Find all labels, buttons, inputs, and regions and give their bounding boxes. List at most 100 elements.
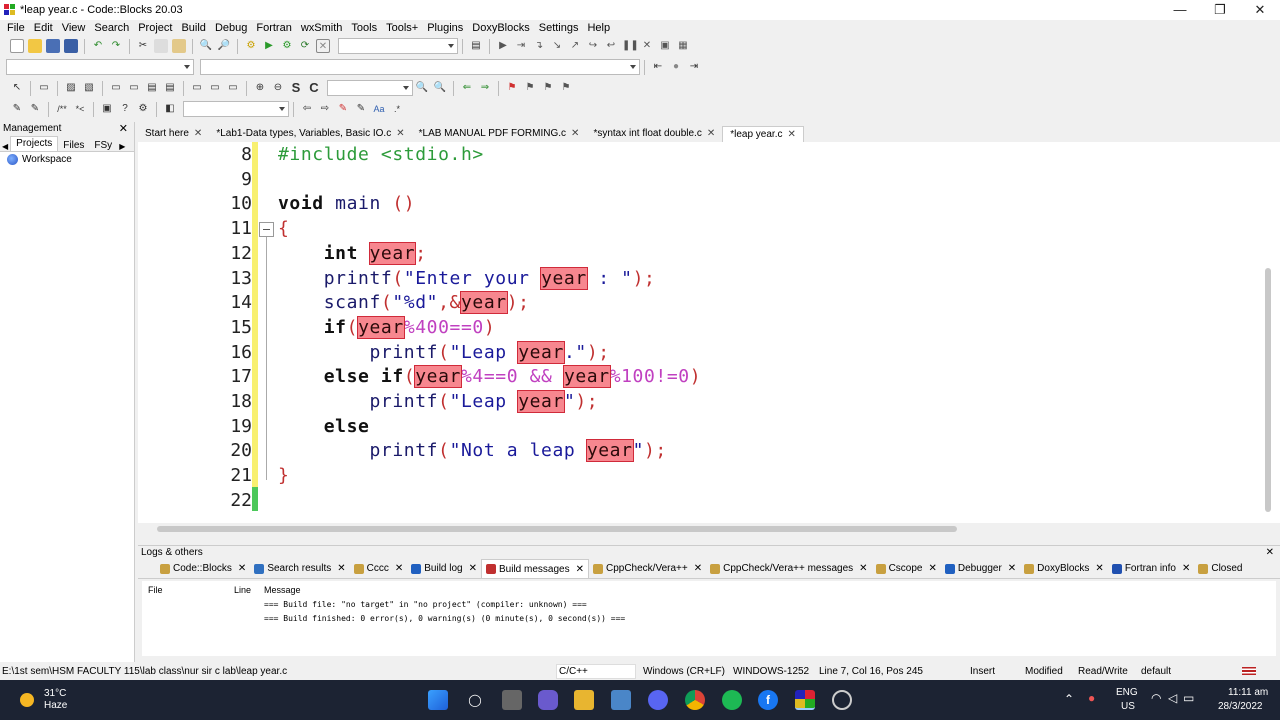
step-into-icon[interactable]: ↘ <box>550 39 564 53</box>
rectangle-icon[interactable]: ▭ <box>37 81 51 95</box>
tab-syntax[interactable]: *syntax int float double.c ✕ <box>586 126 722 142</box>
build-target-combo[interactable] <box>338 38 458 54</box>
tab-lab1[interactable]: *Lab1-Data types, Variables, Basic IO.c ✕ <box>209 126 411 142</box>
close-tab-icon[interactable]: ✕ <box>571 128 579 139</box>
close-tab-icon[interactable]: ✕ <box>707 128 715 139</box>
tab-projects[interactable]: Projects <box>10 136 59 151</box>
regex-aa-icon[interactable]: Aa <box>372 102 386 116</box>
image-icon[interactable]: ▨ <box>64 81 78 95</box>
clock-time[interactable]: 11:11 am <box>1228 687 1268 698</box>
log-tab-closed[interactable]: Closed <box>1194 563 1246 574</box>
search-small-icon[interactable]: 🔍 <box>415 81 429 95</box>
tab-files[interactable]: Files <box>58 140 89 151</box>
maximize-button[interactable]: ❐ <box>1200 0 1240 20</box>
tab-start-here[interactable]: Start here ✕ <box>138 126 209 142</box>
discord-icon[interactable] <box>648 690 668 710</box>
menu-wxsmith[interactable]: wxSmith <box>296 22 347 34</box>
menu-file[interactable]: File <box>2 22 29 34</box>
close-tab-icon[interactable]: ✕ <box>788 129 796 140</box>
back-icon[interactable]: ⇦ <box>300 102 314 116</box>
function-combo[interactable] <box>200 59 640 75</box>
regex-dot-icon[interactable]: .* <box>390 102 404 116</box>
menu-project[interactable]: Project <box>133 22 176 34</box>
run-to-cursor-icon[interactable]: ⇥ <box>514 39 528 53</box>
doxywizard-icon[interactable]: ▣ <box>100 102 114 116</box>
code-line[interactable]: int year; <box>278 241 427 265</box>
highlight-icon[interactable]: ✎ <box>336 102 350 116</box>
language-label[interactable]: ENG <box>1116 687 1138 698</box>
column-file[interactable]: File <box>148 585 163 595</box>
zoom-combo[interactable] <box>327 80 413 96</box>
find-icon[interactable]: 🔍 <box>199 39 213 53</box>
column-message[interactable]: Message <box>264 585 301 595</box>
next-icon[interactable]: ⇒ <box>478 81 492 95</box>
chrome-icon[interactable] <box>685 690 705 710</box>
teams-chat-icon[interactable] <box>538 690 558 710</box>
region-label[interactable]: US <box>1121 701 1135 712</box>
c-icon[interactable]: C <box>307 81 321 95</box>
tab-scroll-right-icon[interactable]: ▶ <box>117 142 127 151</box>
code-line[interactable]: { <box>278 218 289 239</box>
code-line[interactable]: } <box>278 465 289 486</box>
log-tab-build-log[interactable]: Build log ✕ <box>407 563 481 574</box>
obs-icon[interactable] <box>832 690 852 710</box>
menu-doxyblocks[interactable]: DoxyBlocks <box>467 22 533 34</box>
log-tab-search-results[interactable]: Search results ✕ <box>250 563 349 574</box>
log-tab-cppcheck-vera-[interactable]: CppCheck/Vera++ ✕ <box>589 563 706 574</box>
debug-windows-icon[interactable]: ▣ <box>658 39 672 53</box>
step-instruction-icon[interactable]: ↩ <box>604 39 618 53</box>
tab-leap-year[interactable]: *leap year.c ✕ <box>722 126 804 142</box>
block-4-icon[interactable]: ▤ <box>163 81 177 95</box>
wifi-icon[interactable]: ◠ <box>1151 691 1161 705</box>
menu-view[interactable]: View <box>57 22 90 34</box>
jump-forward-icon[interactable]: ⇥ <box>687 60 701 74</box>
line-comment-icon[interactable]: *< <box>73 102 87 116</box>
close-button[interactable]: ✕ <box>1240 0 1280 20</box>
close-tab-icon[interactable]: ✕ <box>337 563 345 574</box>
shape-2-icon[interactable]: ▭ <box>208 81 222 95</box>
horizontal-scrollbar[interactable] <box>157 526 957 532</box>
minimize-button[interactable]: — <box>1160 0 1200 20</box>
log-tab-debugger[interactable]: Debugger ✕ <box>941 563 1020 574</box>
zoom-out-icon[interactable]: ⊖ <box>271 81 285 95</box>
close-tab-icon[interactable]: ✕ <box>1095 563 1103 574</box>
fold-toggle-icon[interactable] <box>259 222 274 237</box>
workspace-tree-item[interactable]: Workspace <box>0 152 134 166</box>
code-line[interactable]: printf("Not a leap year"); <box>278 439 667 463</box>
close-tab-icon[interactable]: ✕ <box>576 564 584 575</box>
cut-icon[interactable]: ✂ <box>136 39 150 53</box>
code-line[interactable]: else <box>278 416 370 437</box>
next-instruction-icon[interactable]: ↪ <box>586 39 600 53</box>
next-line-icon[interactable]: ↴ <box>532 39 546 53</box>
settings-icon[interactable]: ⚙ <box>136 102 150 116</box>
debug-info-icon[interactable]: ▦ <box>676 39 690 53</box>
code-line[interactable]: printf("Enter your year : "); <box>278 266 655 290</box>
log-tab-cccc[interactable]: Cccc ✕ <box>350 563 408 574</box>
menu-help[interactable]: Help <box>582 22 614 34</box>
pause-icon[interactable]: ❚❚ <box>622 39 639 53</box>
save-icon[interactable] <box>46 39 60 53</box>
bookmark-next-icon[interactable]: ⚑ <box>541 81 555 95</box>
photos-icon[interactable] <box>611 690 631 710</box>
tab-fsymbols[interactable]: FSy <box>89 140 117 151</box>
debug-run-icon[interactable]: ▶ <box>496 39 510 53</box>
code-line[interactable]: printf("Leap year."); <box>278 340 610 364</box>
pointer-icon[interactable]: ↖ <box>10 81 24 95</box>
facebook-icon[interactable]: f <box>758 690 778 710</box>
search-dialog-icon[interactable]: 🔍 <box>433 81 447 95</box>
file-explorer-icon[interactable] <box>574 690 594 710</box>
tool-2-icon[interactable]: ✎ <box>28 102 42 116</box>
run-icon[interactable]: ▶ <box>262 39 276 53</box>
replace-icon[interactable]: 🔎 <box>217 39 231 53</box>
close-logs-icon[interactable]: ✕ <box>1266 546 1274 560</box>
stop-debugger-icon[interactable]: ✕ <box>640 39 654 53</box>
menu-fortran[interactable]: Fortran <box>251 22 295 34</box>
log-tab-cppcheck-vera-messages[interactable]: CppCheck/Vera++ messages ✕ <box>706 563 871 574</box>
code-line[interactable]: else if(year%4==0 && year%100!=0) <box>278 365 701 389</box>
shape-3-icon[interactable]: ▭ <box>226 81 240 95</box>
highlight-edit-icon[interactable]: ✎ <box>354 102 368 116</box>
close-tab-icon[interactable]: ✕ <box>469 563 477 574</box>
zoom-in-icon[interactable]: ⊕ <box>253 81 267 95</box>
code-editor[interactable]: 8 9 10 11 12 13 14 15 16 17 18 19 20 21 22 #include <s… <box>138 142 1280 523</box>
shape-1-icon[interactable]: ▭ <box>190 81 204 95</box>
